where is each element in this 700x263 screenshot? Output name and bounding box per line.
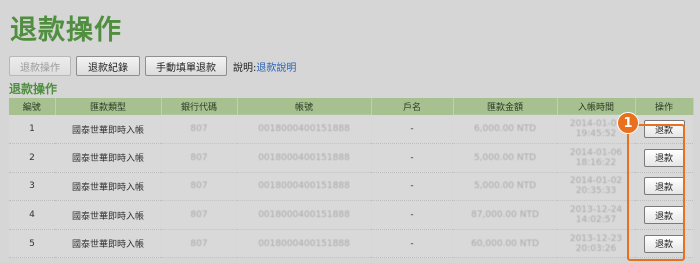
header-account: 帳號 bbox=[237, 98, 372, 115]
cell-name: - bbox=[371, 172, 453, 202]
cell-name: - bbox=[371, 229, 453, 259]
table-row: 4 國泰世華即時入帳 807 0018000400151888 - 87,000… bbox=[9, 200, 693, 230]
header-bank: 銀行代碼 bbox=[161, 98, 238, 115]
cell-type: 國泰世華即時入帳 bbox=[55, 143, 161, 173]
help-label: 說明: bbox=[233, 62, 257, 74]
cell-type: 國泰世華即時入帳 bbox=[55, 172, 161, 202]
cell-time: 2013-12-23 20:03:26 bbox=[557, 229, 635, 259]
cell-type: 國泰世華即時入帳 bbox=[55, 229, 161, 259]
cell-type: 國泰世華即時入帳 bbox=[55, 200, 161, 230]
help-link[interactable]: 退款說明 bbox=[256, 63, 296, 74]
cell-bank: 807 bbox=[161, 172, 237, 202]
table-row: 2 國泰世華即時入帳 807 0018000400151888 - 5,000.… bbox=[9, 143, 693, 173]
cell-amount: 6,000.00 NTD bbox=[453, 115, 557, 145]
toolbar: 退款操作 退款紀錄 手動填單退款 說明:退款說明 bbox=[9, 56, 296, 76]
cell-name: - bbox=[371, 115, 453, 145]
cell-time: 2014-01-02 20:35:33 bbox=[557, 172, 635, 202]
cell-amount: 87,000.00 NTD bbox=[453, 200, 557, 230]
cell-no: 4 bbox=[9, 200, 55, 230]
cell-no: 2 bbox=[9, 143, 55, 173]
refund-records-button[interactable]: 退款紀錄 bbox=[76, 56, 140, 76]
cell-bank: 807 bbox=[161, 115, 237, 145]
refund-table: 編號 匯款類型 銀行代碼 帳號 戶名 匯款金額 入帳時間 操作 1 國泰世華即時… bbox=[9, 98, 694, 259]
cell-amount: 5,000.00 NTD bbox=[453, 172, 557, 202]
header-no: 編號 bbox=[9, 98, 56, 115]
cell-name: - bbox=[371, 143, 453, 173]
cell-account: 0018000400151888 bbox=[237, 200, 371, 230]
refund-page: 退款操作 退款操作 退款紀錄 手動填單退款 說明:退款說明 退款操作 編號 匯款… bbox=[0, 0, 700, 263]
cell-bank: 807 bbox=[161, 200, 237, 230]
refund-operation-button[interactable]: 退款操作 bbox=[9, 56, 71, 76]
table-row: 5 國泰世華即時入帳 807 0018000400151888 - 60,000… bbox=[9, 229, 693, 259]
table-row: 3 國泰世華即時入帳 807 0018000400151888 - 5,000.… bbox=[9, 172, 693, 202]
table-row: 1 國泰世華即時入帳 807 0018000400151888 - 6,000.… bbox=[9, 115, 693, 145]
cell-no: 5 bbox=[9, 229, 55, 259]
cell-account: 0018000400151888 bbox=[237, 172, 371, 202]
header-name: 戶名 bbox=[371, 98, 454, 115]
cell-bank: 807 bbox=[161, 143, 237, 173]
section-title: 退款操作 bbox=[9, 82, 58, 96]
cell-name: - bbox=[371, 200, 453, 230]
header-type: 匯款類型 bbox=[55, 98, 162, 115]
cell-account: 0018000400151888 bbox=[237, 143, 371, 173]
page-title: 退款操作 bbox=[10, 15, 122, 46]
cell-type: 國泰世華即時入帳 bbox=[55, 115, 161, 145]
cell-account: 0018000400151888 bbox=[237, 115, 371, 145]
manual-refund-button[interactable]: 手動填單退款 bbox=[145, 56, 227, 76]
cell-no: 3 bbox=[9, 172, 55, 202]
cell-amount: 5,000.00 NTD bbox=[453, 143, 557, 173]
step-number-badge: 1 bbox=[617, 112, 639, 134]
cell-no: 1 bbox=[9, 115, 55, 145]
action-column-highlight bbox=[627, 124, 685, 261]
header-action: 操作 bbox=[635, 98, 694, 115]
help-text: 說明:退款說明 bbox=[233, 59, 296, 74]
table-header-row: 編號 匯款類型 銀行代碼 帳號 戶名 匯款金額 入帳時間 操作 bbox=[9, 98, 694, 115]
cell-time: 2014-01-06 18:16:22 bbox=[557, 143, 635, 173]
cell-account: 0018000400151888 bbox=[237, 229, 371, 259]
header-amount: 匯款金額 bbox=[453, 98, 558, 115]
cell-time: 2013-12-24 14:02:57 bbox=[557, 200, 635, 230]
cell-bank: 807 bbox=[161, 229, 237, 259]
cell-amount: 60,000.00 NTD bbox=[453, 229, 557, 259]
